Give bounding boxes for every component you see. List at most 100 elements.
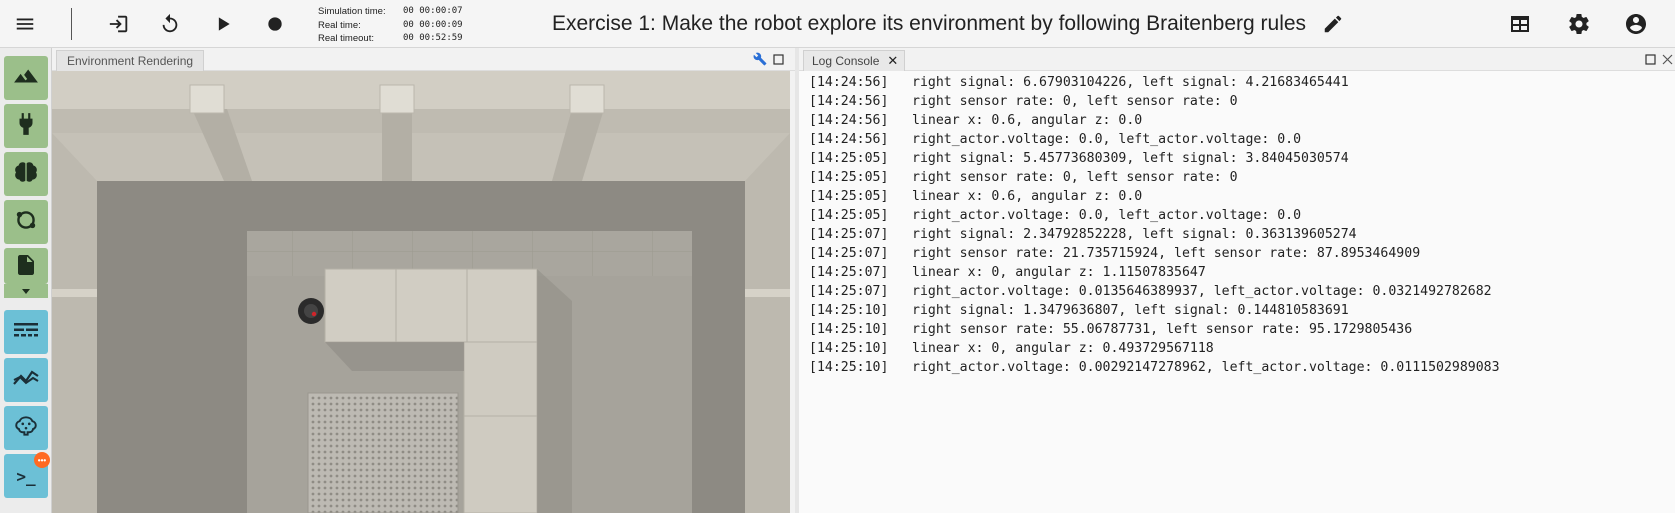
log-message: right_actor.voltage: 0.0, left_actor.vol… bbox=[912, 132, 1302, 147]
log-timestamp: [14:25:05] bbox=[809, 208, 889, 223]
log-message: right signal: 2.34792852228, left signal… bbox=[912, 227, 1357, 242]
log-line: [14:25:10] right_actor.voltage: 0.0029214… bbox=[809, 358, 1500, 377]
log-message: right sensor rate: 0, left sensor rate: … bbox=[912, 94, 1238, 109]
log-line: [14:24:56] right_actor.voltage: 0.0, left… bbox=[809, 130, 1500, 149]
log-timestamp: [14:24:56] bbox=[809, 113, 889, 128]
log-line: [14:25:10] linear x: 0, angular z: 0.4937… bbox=[809, 339, 1500, 358]
log-timestamp: [14:25:05] bbox=[809, 151, 889, 166]
log-message: right sensor rate: 55.06787731, left sen… bbox=[912, 322, 1413, 337]
robot bbox=[298, 298, 324, 324]
log-message: right_actor.voltage: 0.00292147278962, l… bbox=[912, 360, 1500, 375]
brain-visualizer-icon bbox=[12, 413, 40, 444]
log-timestamp: [14:24:56] bbox=[809, 75, 889, 90]
log-timestamp: [14:25:07] bbox=[809, 246, 889, 261]
log-line: [14:25:07] linear x: 0, angular z: 1.1150… bbox=[809, 263, 1500, 282]
spike-train-button[interactable] bbox=[4, 310, 48, 354]
log-line: [14:24:56] right sensor rate: 0, left sen… bbox=[809, 92, 1500, 111]
environment-tab[interactable]: Environment Rendering bbox=[56, 50, 205, 71]
environment-rendering[interactable] bbox=[52, 71, 790, 513]
real-timeout-value: 00 00:52:59 bbox=[403, 33, 463, 43]
brain-icon bbox=[12, 159, 40, 190]
terminal-button[interactable]: >_ ••• bbox=[4, 452, 50, 498]
log-timestamp: [14:25:07] bbox=[809, 284, 889, 299]
real-timeout-label: Real timeout: bbox=[318, 33, 374, 44]
brain-button[interactable] bbox=[4, 152, 48, 196]
log-console-tab-label: Log Console bbox=[812, 54, 880, 68]
log-line: [14:24:56] linear x: 0.6, angular z: 0.0 bbox=[809, 111, 1500, 130]
wrench-icon[interactable] bbox=[752, 51, 768, 67]
real-time-value: 00 00:00:09 bbox=[403, 19, 463, 30]
log-timestamp: [14:25:10] bbox=[809, 322, 889, 337]
settings-icon[interactable] bbox=[1563, 8, 1595, 40]
log-message: right sensor rate: 0, left sensor rate: … bbox=[912, 170, 1238, 185]
log-message: right signal: 6.67903104226, left signal… bbox=[912, 75, 1349, 90]
log-line: [14:25:07] right signal: 2.34792852228, l… bbox=[809, 225, 1500, 244]
caret-down-icon bbox=[21, 282, 31, 300]
left-sidebar: >_ ••• bbox=[0, 48, 52, 513]
log-timestamp: [14:24:56] bbox=[809, 132, 889, 147]
log-line: [14:25:07] right sensor rate: 21.73571592… bbox=[809, 244, 1500, 263]
play-icon[interactable] bbox=[207, 8, 239, 40]
environment-panel: Environment Rendering bbox=[52, 48, 795, 513]
log-message: right_actor.voltage: 0.0, left_actor.vol… bbox=[912, 208, 1302, 223]
log-timestamp: [14:25:10] bbox=[809, 303, 889, 318]
notification-badge: ••• bbox=[34, 452, 50, 468]
log-console-tab[interactable]: Log Console ✕ bbox=[803, 50, 906, 71]
log-output[interactable]: [14:24:56] right signal: 6.67903104226, l… bbox=[809, 73, 1500, 377]
file-icon bbox=[14, 253, 38, 282]
log-line: [14:25:05] right_actor.voltage: 0.0, left… bbox=[809, 206, 1500, 225]
log-line: [14:25:07] right_actor.voltage: 0.0135646… bbox=[809, 282, 1500, 301]
log-timestamp: [14:25:10] bbox=[809, 341, 889, 356]
log-timestamp: [14:25:07] bbox=[809, 227, 889, 242]
account-icon[interactable] bbox=[1620, 8, 1652, 40]
experiment-title: Exercise 1: Make the robot explore its e… bbox=[552, 12, 1307, 35]
environment-tabbar: Environment Rendering bbox=[52, 48, 795, 71]
log-message: linear x: 0, angular z: 1.11507835647 bbox=[912, 265, 1206, 280]
plug-icon bbox=[13, 111, 39, 142]
edit-icon[interactable] bbox=[1320, 11, 1346, 37]
log-timestamp: [14:24:56] bbox=[809, 94, 889, 109]
log-close-icon[interactable] bbox=[1659, 51, 1675, 67]
plot-icon bbox=[12, 366, 40, 395]
log-timestamp: [14:25:10] bbox=[809, 360, 889, 375]
simulation-timers: Simulation time: 00 00:00:07 Real time: 00… bbox=[318, 5, 463, 46]
record-icon[interactable] bbox=[259, 8, 291, 40]
log-line: [14:25:05] right signal: 5.45773680309, l… bbox=[809, 149, 1500, 168]
sidebar-scroll-down[interactable] bbox=[4, 284, 48, 298]
layout-icon[interactable] bbox=[1504, 8, 1536, 40]
log-message: linear x: 0.6, angular z: 0.0 bbox=[912, 113, 1143, 128]
environment-button[interactable] bbox=[4, 56, 48, 100]
log-message: right signal: 1.3479636807, left signal:… bbox=[912, 303, 1349, 318]
log-tabbar: Log Console ✕ bbox=[799, 48, 1675, 71]
transfer-function-button[interactable] bbox=[4, 200, 48, 244]
plug-button[interactable] bbox=[4, 104, 48, 148]
log-line: [14:25:10] right sensor rate: 55.06787731… bbox=[809, 320, 1500, 339]
log-message: right signal: 5.45773680309, left signal… bbox=[912, 151, 1349, 166]
log-message: right_actor.voltage: 0.0135646389937, le… bbox=[912, 284, 1492, 299]
log-timestamp: [14:25:05] bbox=[809, 170, 889, 185]
log-line: [14:25:05] right sensor rate: 0, left sen… bbox=[809, 168, 1500, 187]
environment-icon bbox=[13, 63, 39, 94]
log-maximize-icon[interactable] bbox=[1642, 51, 1658, 67]
terminal-icon: >_ bbox=[16, 466, 36, 486]
file-button[interactable] bbox=[4, 248, 48, 284]
log-line: [14:25:10] right signal: 1.3479636807, le… bbox=[809, 301, 1500, 320]
log-timestamp: [14:25:05] bbox=[809, 189, 889, 204]
brain-visualizer-button[interactable] bbox=[4, 406, 48, 450]
spike-train-icon bbox=[12, 318, 40, 347]
maximize-icon[interactable] bbox=[770, 51, 786, 67]
log-message: right sensor rate: 21.735715924, left se… bbox=[912, 246, 1421, 261]
transfer-function-icon bbox=[13, 207, 39, 238]
experiment-title-area: Exercise 1: Make the robot explore its e… bbox=[552, 11, 1346, 37]
sim-time-label: Simulation time: bbox=[318, 6, 386, 17]
log-console-panel: Log Console ✕ [14:24:56] right signal: 6.… bbox=[795, 48, 1675, 513]
log-line: [14:24:56] right signal: 6.67903104226, l… bbox=[809, 73, 1500, 92]
plot-button[interactable] bbox=[4, 358, 48, 402]
reset-icon[interactable] bbox=[154, 8, 186, 40]
exit-icon[interactable] bbox=[103, 8, 135, 40]
log-timestamp: [14:25:07] bbox=[809, 265, 889, 280]
close-tab-icon[interactable]: ✕ bbox=[887, 53, 898, 69]
toolbar-divider bbox=[71, 8, 72, 40]
menu-icon[interactable] bbox=[9, 8, 41, 40]
log-message: linear x: 0, angular z: 0.493729567118 bbox=[912, 341, 1214, 356]
